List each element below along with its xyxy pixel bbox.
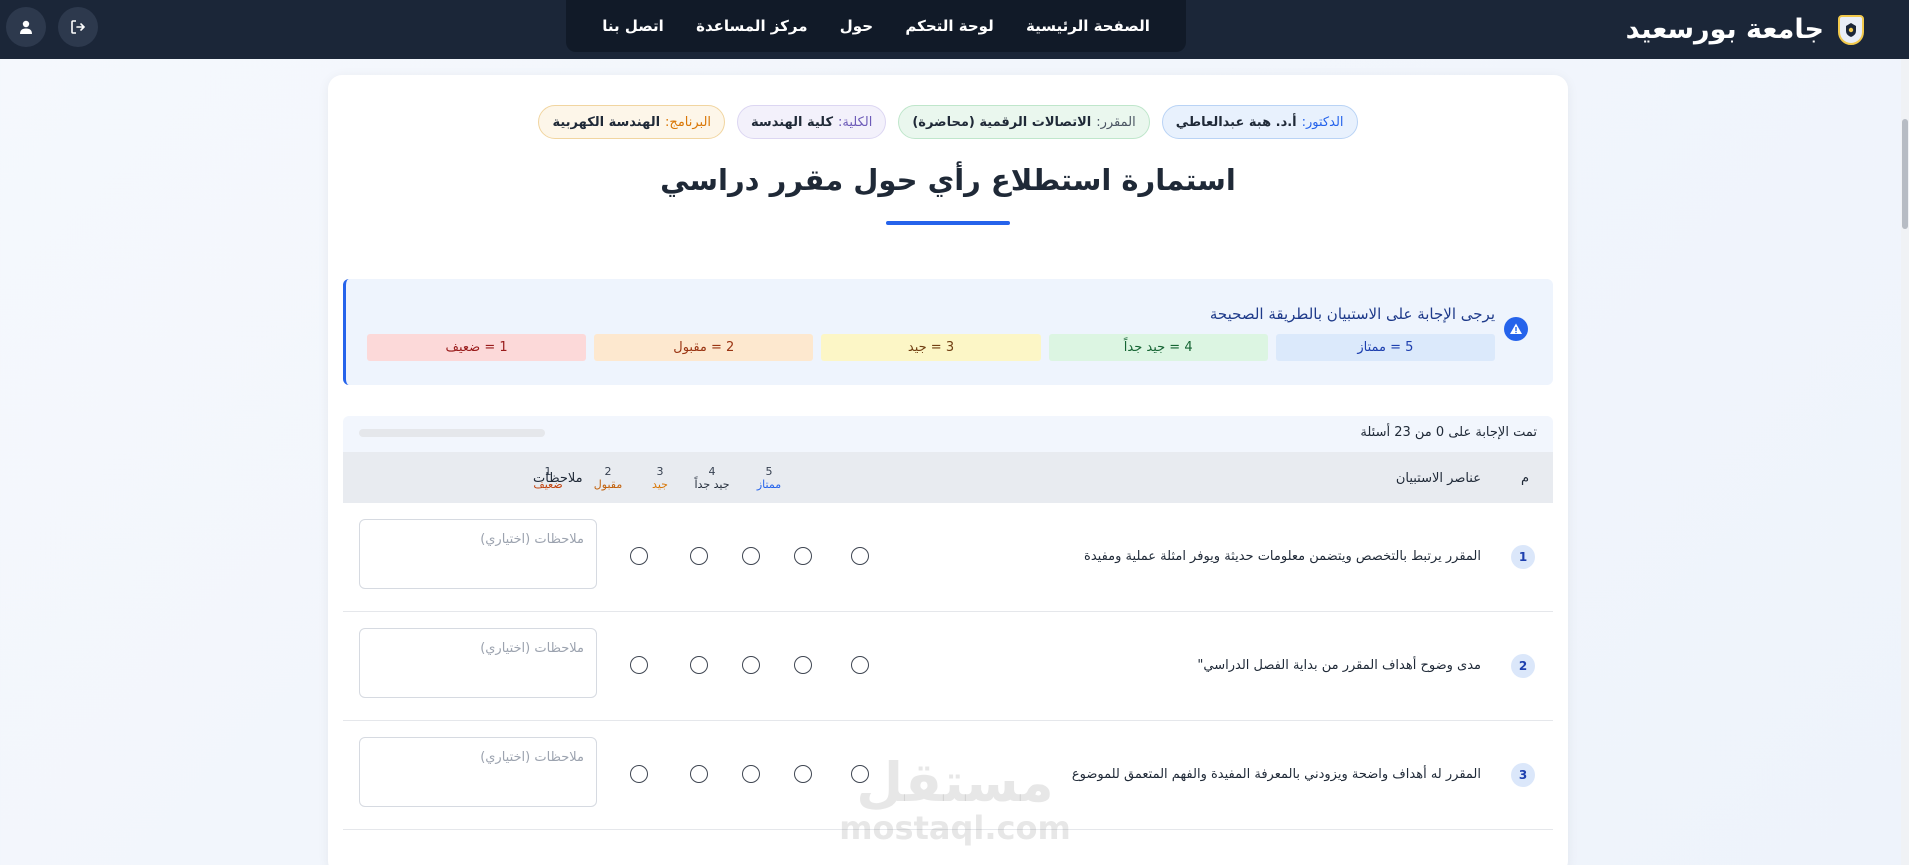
program-chip: البرنامج: الهندسة الكهربية [538, 105, 726, 139]
college-value: كلية الهندسة [751, 114, 834, 130]
instructions-box: يرجى الإجابة على الاستبيان بالطريقة الصح… [343, 279, 1553, 385]
university-crest-icon [1838, 14, 1864, 45]
table-header: م عناصر الاستبيان 5 ممتاز 4 جيد جداً 3 ج… [343, 452, 1553, 503]
scale-weak: 1 = ضعيف [366, 334, 587, 361]
progress-bar [359, 429, 545, 437]
college-chip: الكلية: كلية الهندسة [737, 105, 887, 139]
rating-radio-2[interactable] [690, 547, 708, 565]
question-text: مدى وضوح أهداف المقرر من بداية الفصل الد… [1197, 658, 1481, 673]
survey-table: تمت الإجابة على 0 من 23 أسئلة م عناصر ال… [343, 416, 1553, 865]
title-underline [886, 221, 1010, 225]
brand[interactable]: جامعة بورسعيد [1626, 0, 1864, 59]
logout-icon [71, 20, 86, 34]
warning-icon [1504, 317, 1528, 341]
rating-radio-2[interactable] [690, 765, 708, 783]
rating-radio-3[interactable] [742, 765, 760, 783]
rating-radio-1[interactable] [630, 547, 648, 565]
program-label: البرنامج: [665, 114, 712, 130]
main-nav: الصفحة الرئيسية لوحة التحكم حول مركز الم… [566, 0, 1186, 52]
notes-input[interactable] [359, 737, 597, 807]
doctor-value: أ.د. هبة عبدالعاطي [1175, 114, 1297, 130]
doctor-chip: الدكتور: أ.د. هبة عبدالعاطي [1161, 105, 1358, 139]
question-number: 1 [1511, 545, 1535, 569]
nav-link-contact[interactable]: اتصل بنا [602, 17, 664, 35]
header-rating-2-label: مقبول [593, 478, 623, 491]
course-label: المقرر: [1096, 114, 1136, 130]
header-notes: ملاحظات [533, 471, 583, 486]
header-rating-5-num: 5 [765, 465, 773, 478]
header-rating-5-label: ممتاز [756, 478, 782, 491]
nav-link-help-center[interactable]: مركز المساعدة [696, 17, 807, 35]
scale-good: 3 = جيد [821, 334, 1041, 361]
rating-radio-4[interactable] [794, 765, 812, 783]
header-rating-3-num: 3 [656, 465, 664, 478]
rating-radio-5[interactable] [851, 765, 869, 783]
notes-input[interactable] [359, 519, 597, 589]
progress-text: تمت الإجابة على 0 من 23 أسئلة [1360, 425, 1537, 440]
header-num: م [1520, 471, 1529, 486]
progress-row: تمت الإجابة على 0 من 23 أسئلة [343, 416, 1553, 452]
question-row-1: 1 المقرر يرتبط بالتخصص ويتضمن معلومات حد… [343, 503, 1553, 612]
course-value: الاتصالات الرقمية (محاضرة) [912, 114, 1092, 130]
question-row-3: 3 المقرر له أهداف واضحة ويزودني بالمعرفة… [343, 721, 1553, 830]
course-info-chips: الدكتور: أ.د. هبة عبدالعاطي المقرر: الات… [328, 105, 1568, 139]
header-items: عناصر الاستبيان [1395, 471, 1481, 486]
question-number: 2 [1511, 654, 1535, 678]
page-title: استمارة استطلاع رأي حول مقرر دراسي [660, 163, 1236, 197]
program-value: الهندسة الكهربية [552, 114, 661, 130]
scale-very-good: 4 = جيد جداً [1048, 334, 1268, 361]
header-rating-5: 5 ممتاز [739, 465, 799, 491]
rating-radio-4[interactable] [794, 547, 812, 565]
scale-acceptable: 2 = مقبول [594, 334, 814, 361]
college-label: الكلية: [838, 114, 873, 130]
header-rating-3: 3 جيد [630, 465, 690, 491]
question-number: 3 [1511, 763, 1535, 787]
nav-icons [6, 7, 98, 47]
scrollbar-thumb[interactable] [1902, 119, 1908, 229]
navbar: جامعة بورسعيد الصفحة الرئيسية لوحة التحك… [0, 0, 1909, 59]
nav-link-about[interactable]: حول [840, 17, 873, 35]
header-rating-3-label: جيد [652, 478, 668, 491]
question-row-2: 2 مدى وضوح أهداف المقرر من بداية الفصل ا… [343, 612, 1553, 721]
rating-radio-5[interactable] [851, 656, 869, 674]
course-chip: المقرر: الاتصالات الرقمية (محاضرة) [898, 105, 1150, 139]
scale-excellent: 5 = ممتاز [1275, 334, 1495, 361]
header-rating-4-label: جيد جداً [694, 478, 730, 491]
user-profile-button[interactable] [6, 7, 46, 47]
rating-radio-1[interactable] [630, 656, 648, 674]
brand-name: جامعة بورسعيد [1625, 14, 1824, 45]
rating-radio-5[interactable] [851, 547, 869, 565]
doctor-label: الدكتور: [1301, 114, 1344, 130]
question-text: المقرر له أهداف واضحة ويزودني بالمعرفة ا… [1071, 767, 1481, 782]
header-rating-4-num: 4 [708, 465, 716, 478]
nav-link-home[interactable]: الصفحة الرئيسية [1026, 17, 1150, 35]
notes-input[interactable] [359, 628, 597, 698]
rating-scale-legend: 5 = ممتاز 4 = جيد جداً 3 = جيد 2 = مقبول… [366, 334, 1495, 361]
rating-radio-2[interactable] [690, 656, 708, 674]
survey-card: الدكتور: أ.د. هبة عبدالعاطي المقرر: الات… [328, 75, 1568, 865]
nav-link-dashboard[interactable]: لوحة التحكم [905, 17, 993, 35]
page-scrollbar[interactable] [1901, 59, 1909, 865]
user-icon [20, 20, 32, 34]
question-text: المقرر يرتبط بالتخصص ويتضمن معلومات حديث… [1084, 549, 1481, 564]
rating-radio-3[interactable] [742, 656, 760, 674]
header-rating-2-num: 2 [604, 465, 612, 478]
rating-radio-4[interactable] [794, 656, 812, 674]
header-rating-4: 4 جيد جداً [682, 465, 742, 491]
logout-button[interactable] [58, 7, 98, 47]
header-rating-2: 2 مقبول [578, 465, 638, 491]
rating-radio-1[interactable] [630, 765, 648, 783]
rating-radio-3[interactable] [742, 547, 760, 565]
instructions-title: يرجى الإجابة على الاستبيان بالطريقة الصح… [1209, 305, 1495, 323]
